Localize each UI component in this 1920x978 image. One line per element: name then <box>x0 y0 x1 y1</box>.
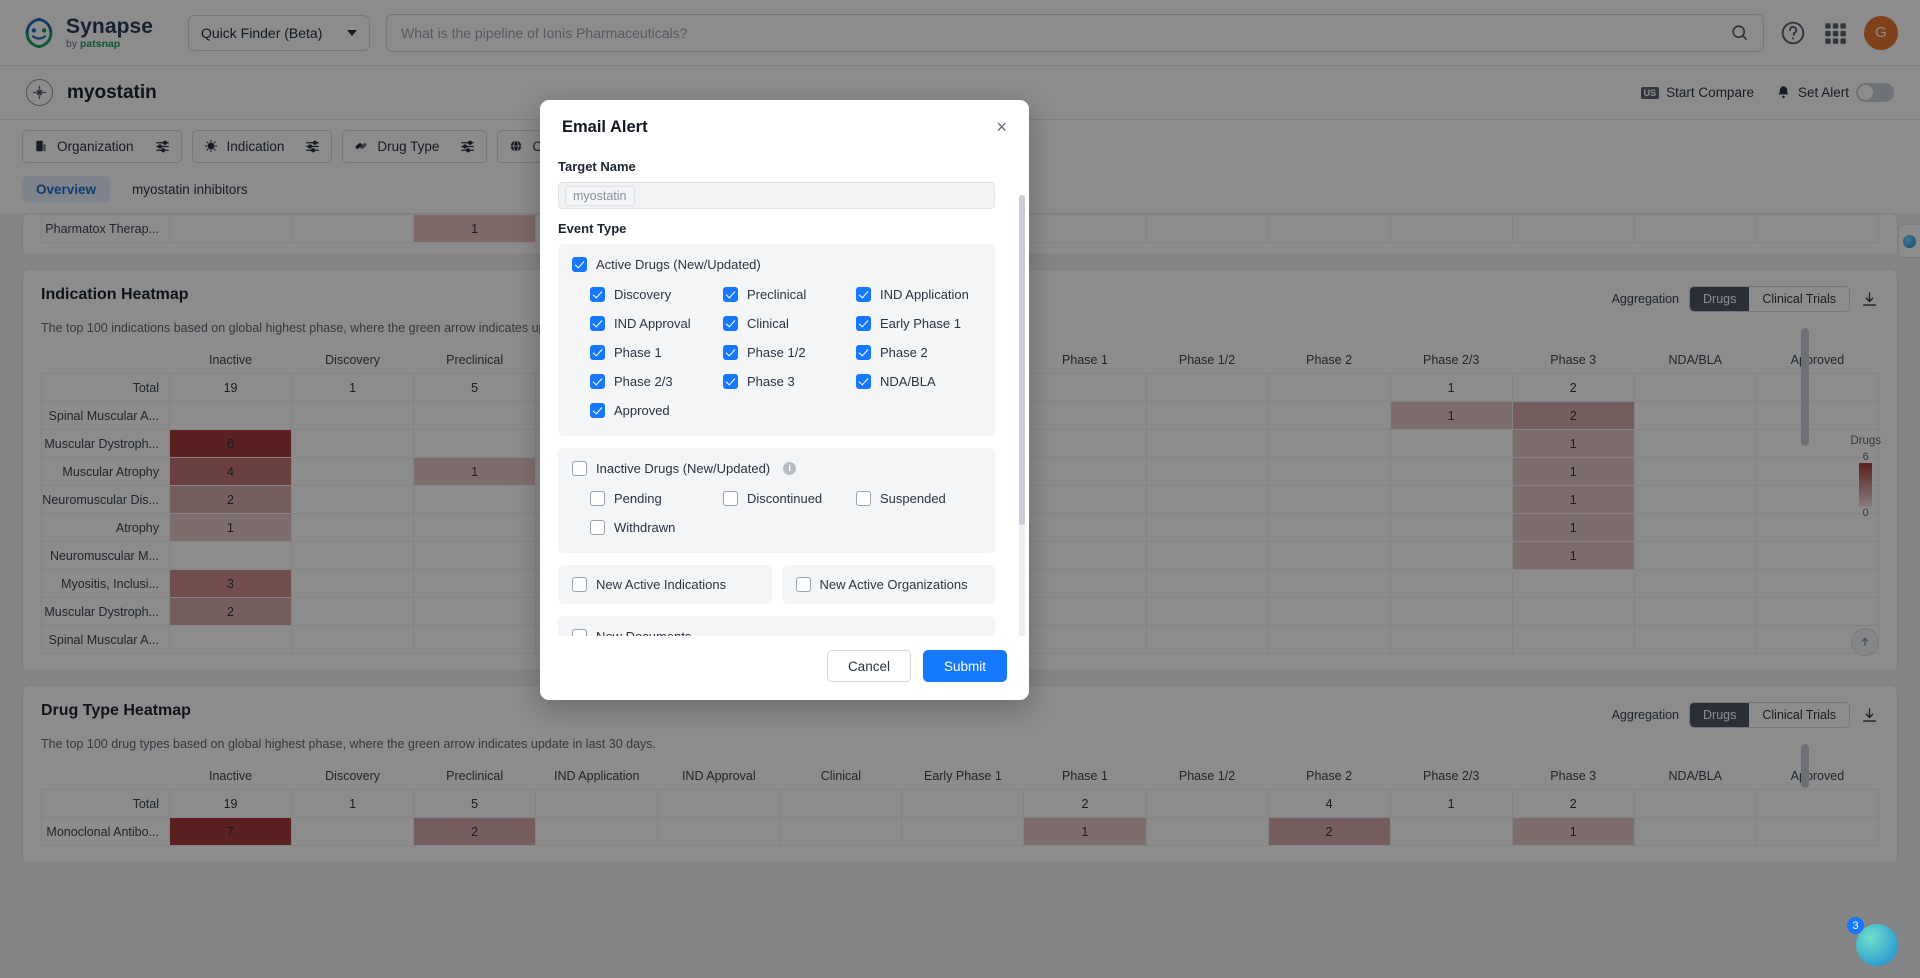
checkbox-label: Phase 1/2 <box>747 345 806 360</box>
checkbox-row-phase-1[interactable]: Phase 1 <box>590 345 723 360</box>
group-new-active-indications: New Active Indications <box>558 565 772 604</box>
pair-panels: New Active Indications New Active Organi… <box>558 565 995 604</box>
checkbox-discovery[interactable] <box>590 287 605 302</box>
checkbox-label: Approved <box>614 403 670 418</box>
checkbox-label: Pending <box>614 491 662 506</box>
checkbox-discontinued[interactable] <box>723 491 738 506</box>
checkbox-ind-application[interactable] <box>856 287 871 302</box>
app-root: Synapse by patsnap Quick Finder (Beta) W… <box>0 0 1920 978</box>
checkbox-label: Suspended <box>880 491 946 506</box>
group-inactive-drugs: Inactive Drugs (New/Updated) i Pending Di… <box>558 448 995 553</box>
event-type-label: Event Type <box>558 221 627 236</box>
checkbox-row-approved[interactable]: Approved <box>590 403 723 418</box>
modal-footer: Cancel Submit <box>540 636 1029 700</box>
checkbox-row-early-phase-1[interactable]: Early Phase 1 <box>856 316 981 331</box>
checkbox-row-phase-2-3[interactable]: Phase 2/3 <box>590 374 723 389</box>
checkbox-row-suspended[interactable]: Suspended <box>856 491 981 506</box>
checkbox-label: NDA/BLA <box>880 374 936 389</box>
checkbox-label: New Active Indications <box>596 577 727 592</box>
checkbox-preclinical[interactable] <box>723 287 738 302</box>
checkbox-label: IND Approval <box>614 316 691 331</box>
checkbox-phase-1-2[interactable] <box>723 345 738 360</box>
group-new-documents: New Documents Clinical TrialsPatents <box>558 616 995 636</box>
checkbox-row-discovery[interactable]: Discovery <box>590 287 723 302</box>
checkbox-row-inactive-drugs[interactable]: Inactive Drugs (New/Updated) i <box>572 461 981 476</box>
checkbox-row-phase-2[interactable]: Phase 2 <box>856 345 981 360</box>
checkbox-row-new-active-indications[interactable]: New Active Indications <box>572 577 758 592</box>
checkbox-row-active-drugs[interactable]: Active Drugs (New/Updated) <box>572 257 981 272</box>
cancel-button[interactable]: Cancel <box>826 650 911 682</box>
target-name-tag[interactable]: myostatin <box>565 185 635 206</box>
chat-badge: 3 <box>1847 917 1864 934</box>
checkbox-label: Preclinical <box>747 287 807 302</box>
checkbox-label: Inactive Drugs (New/Updated) <box>596 461 771 476</box>
checkbox-row-clinical[interactable]: Clinical <box>723 316 856 331</box>
active-drugs-options-grid: Discovery Preclinical IND Application IND A… <box>572 280 981 425</box>
checkbox-label: IND Application <box>880 287 969 302</box>
checkbox-nda-bla[interactable] <box>856 374 871 389</box>
checkbox-label: Phase 1 <box>614 345 662 360</box>
checkbox-label: Active Drugs (New/Updated) <box>596 257 761 272</box>
submit-button[interactable]: Submit <box>922 650 1007 682</box>
checkbox-inactive-drugs[interactable] <box>572 461 587 476</box>
checkbox-phase-2[interactable] <box>856 345 871 360</box>
checkbox-label: New Active Organizations <box>819 577 968 592</box>
target-name-input[interactable]: myostatin <box>558 182 995 209</box>
checkbox-pending[interactable] <box>590 491 605 506</box>
checkbox-row-new-documents[interactable]: New Documents <box>572 629 981 636</box>
checkbox-phase-3[interactable] <box>723 374 738 389</box>
checkbox-row-discontinued[interactable]: Discontinued <box>723 491 856 506</box>
checkbox-row-withdrawn[interactable]: Withdrawn <box>590 520 723 535</box>
checkbox-ind-approval[interactable] <box>590 316 605 331</box>
checkbox-row-phase-1-2[interactable]: Phase 1/2 <box>723 345 856 360</box>
checkbox-clinical[interactable] <box>723 316 738 331</box>
checkbox-row-new-active-organizations[interactable]: New Active Organizations <box>795 577 982 592</box>
checkbox-phase-1[interactable] <box>590 345 605 360</box>
checkbox-label: Withdrawn <box>614 520 676 535</box>
checkbox-label: Phase 3 <box>747 374 795 389</box>
checkbox-early-phase-1[interactable] <box>856 316 871 331</box>
checkbox-label: Phase 2 <box>880 345 928 360</box>
checkbox-label: New Documents <box>596 629 691 636</box>
checkbox-approved[interactable] <box>590 403 605 418</box>
group-new-active-organizations: New Active Organizations <box>781 565 995 604</box>
info-icon[interactable]: i <box>783 462 797 475</box>
email-alert-modal: Email Alert × Target Name myostatin Even… <box>540 100 1029 700</box>
checkbox-row-pending[interactable]: Pending <box>590 491 723 506</box>
checkbox-row-ind-approval[interactable]: IND Approval <box>590 316 723 331</box>
checkbox-new-active-indications[interactable] <box>572 577 587 592</box>
checkbox-label: Discovery <box>614 287 672 302</box>
checkbox-label: Phase 2/3 <box>614 374 673 389</box>
modal-header: Email Alert × <box>540 100 1029 141</box>
checkbox-active-drugs[interactable] <box>572 257 587 272</box>
checkbox-label: Discontinued <box>747 491 823 506</box>
checkbox-suspended[interactable] <box>856 491 871 506</box>
checkbox-label: Clinical <box>747 316 789 331</box>
inactive-drugs-options-grid: Pending Discontinued Suspended Withdrawn <box>572 484 981 542</box>
close-icon[interactable]: × <box>996 118 1007 136</box>
checkbox-withdrawn[interactable] <box>590 520 605 535</box>
modal-scrollbar-thumb[interactable] <box>1019 195 1025 525</box>
checkbox-label: Early Phase 1 <box>880 316 961 331</box>
checkbox-row-preclinical[interactable]: Preclinical <box>723 287 856 302</box>
checkbox-row-nda-bla[interactable]: NDA/BLA <box>856 374 981 389</box>
checkbox-phase-2-3[interactable] <box>590 374 605 389</box>
checkbox-new-active-organizations[interactable] <box>795 577 811 592</box>
modal-body: Target Name myostatin Event Type Active … <box>540 141 1029 636</box>
checkbox-new-documents[interactable] <box>572 629 587 636</box>
checkbox-row-phase-3[interactable]: Phase 3 <box>723 374 856 389</box>
target-name-label: Target Name <box>558 159 636 174</box>
group-active-drugs: Active Drugs (New/Updated) Discovery Prec… <box>558 244 995 436</box>
checkbox-row-ind-application[interactable]: IND Application <box>856 287 981 302</box>
modal-scroll-area: Target Name myostatin Event Type Active … <box>558 147 1007 636</box>
modal-title: Email Alert <box>562 118 648 136</box>
